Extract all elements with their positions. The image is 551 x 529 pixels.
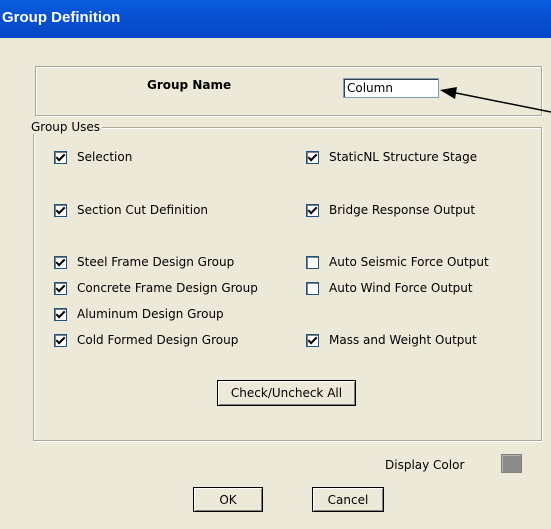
display-color-swatch[interactable] xyxy=(501,454,522,473)
checkbox-label: Mass and Weight Output xyxy=(329,333,477,347)
checkbox-box[interactable] xyxy=(54,281,67,295)
checkbox-aluminum-design-group[interactable]: Aluminum Design Group xyxy=(54,306,224,322)
checkbox-selection[interactable]: Selection xyxy=(54,149,132,165)
title-bar[interactable]: Group Definition xyxy=(0,0,551,38)
checkbox-auto-wind-force-output[interactable]: Auto Wind Force Output xyxy=(306,280,473,296)
checkbox-auto-seismic-force-output[interactable]: Auto Seismic Force Output xyxy=(306,254,489,270)
checkbox-box[interactable] xyxy=(54,307,67,321)
cancel-button[interactable]: Cancel xyxy=(312,487,384,512)
checkbox-label: Cold Formed Design Group xyxy=(77,333,239,347)
group-name-panel xyxy=(35,66,542,116)
checkbox-label: Aluminum Design Group xyxy=(77,307,224,321)
checkbox-box[interactable] xyxy=(306,333,319,347)
checkbox-box[interactable] xyxy=(306,281,319,295)
checkbox-section-cut-definition[interactable]: Section Cut Definition xyxy=(54,202,208,218)
checkbox-steel-frame-design-group[interactable]: Steel Frame Design Group xyxy=(54,254,234,270)
checkbox-label: StaticNL Structure Stage xyxy=(329,150,478,164)
checkbox-label: Selection xyxy=(77,150,133,164)
checkbox-staticnl-structure-stage[interactable]: StaticNL Structure Stage xyxy=(306,149,477,165)
group-name-input[interactable] xyxy=(343,78,439,98)
checkbox-label: Auto Wind Force Output xyxy=(329,281,473,295)
checkbox-label: Concrete Frame Design Group xyxy=(77,281,258,295)
checkbox-box[interactable] xyxy=(306,203,319,217)
checkbox-label: Bridge Response Output xyxy=(329,203,476,217)
checkbox-concrete-frame-design-group[interactable]: Concrete Frame Design Group xyxy=(54,280,258,296)
ok-button[interactable]: OK xyxy=(193,487,263,512)
group-uses-legend: Group Uses xyxy=(31,120,103,134)
group-name-label: Group Name xyxy=(147,78,232,92)
display-color-label: Display Color xyxy=(385,458,465,472)
checkbox-box[interactable] xyxy=(54,203,67,217)
checkbox-box[interactable] xyxy=(54,333,67,347)
checkbox-box[interactable] xyxy=(306,150,319,164)
checkbox-label: Section Cut Definition xyxy=(77,203,209,217)
checkbox-mass-and-weight-output[interactable]: Mass and Weight Output xyxy=(306,332,477,348)
checkbox-label: Auto Seismic Force Output xyxy=(329,255,489,269)
check-uncheck-all-button[interactable]: Check/Uncheck All xyxy=(217,380,356,406)
checkbox-cold-formed-design-group[interactable]: Cold Formed Design Group xyxy=(54,332,238,348)
checkbox-box[interactable] xyxy=(54,150,67,164)
window-title: Group Definition xyxy=(2,9,121,26)
checkbox-bridge-response-output[interactable]: Bridge Response Output xyxy=(306,202,475,218)
checkbox-box[interactable] xyxy=(306,255,319,269)
checkbox-label: Steel Frame Design Group xyxy=(77,255,235,269)
checkbox-box[interactable] xyxy=(54,255,67,269)
